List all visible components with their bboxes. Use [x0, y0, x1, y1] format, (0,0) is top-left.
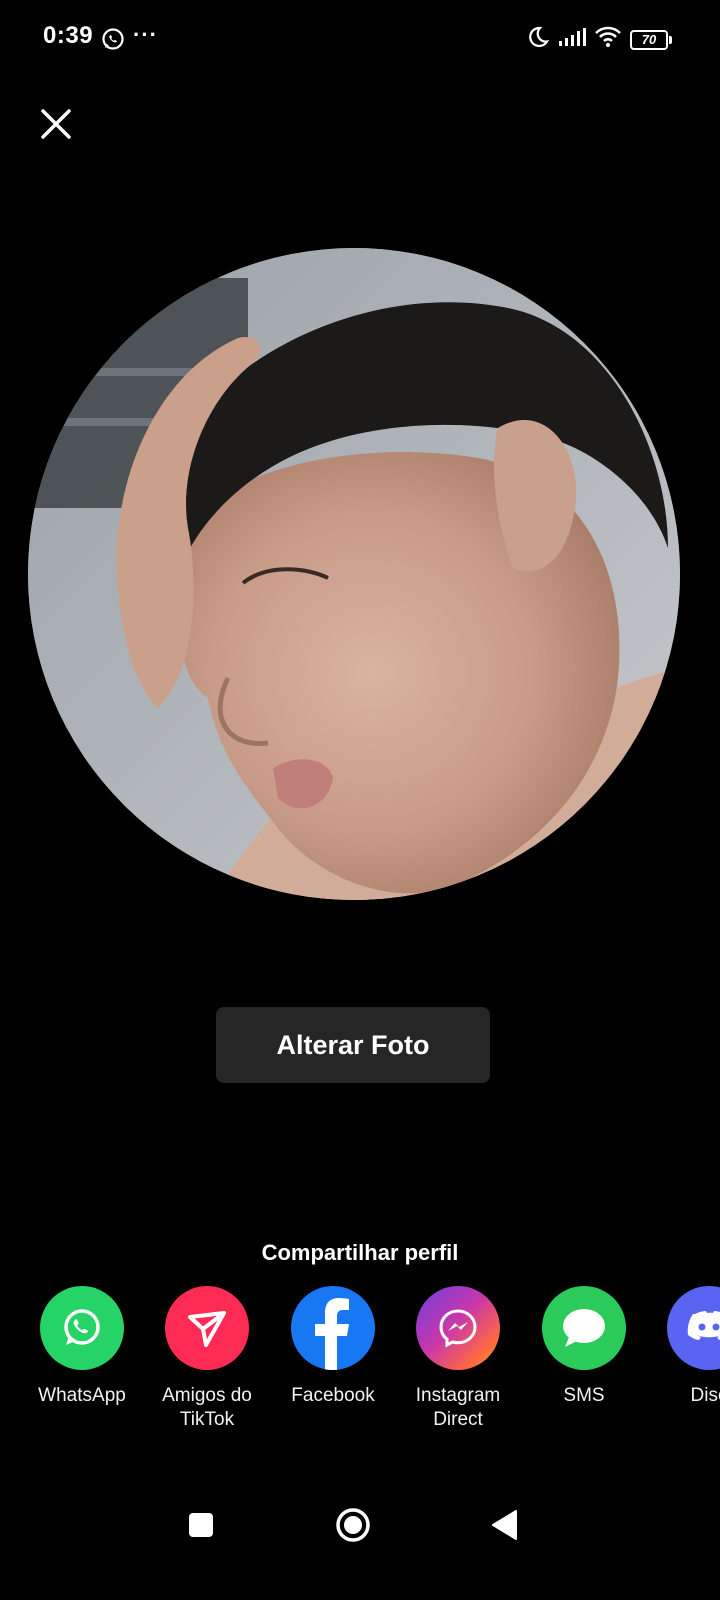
share-instagram-direct[interactable]: Instagram Direct [393, 1286, 523, 1432]
whatsapp-notification-icon [101, 27, 125, 56]
share-label: SMS [563, 1385, 605, 1406]
moon-icon [526, 25, 550, 54]
share-label: Amigos do TikTok [162, 1385, 252, 1430]
more-notifications-icon: ··· [133, 22, 158, 47]
back-button[interactable] [490, 1508, 520, 1547]
profile-photo [28, 248, 680, 900]
discord-icon [667, 1286, 720, 1370]
recents-button[interactable] [186, 1510, 216, 1545]
profile-photo-image [28, 248, 680, 900]
share-label: WhatsApp [38, 1385, 126, 1406]
share-label: Instagram Direct [415, 1385, 501, 1430]
status-time: 0:39 [43, 22, 94, 49]
close-button[interactable] [36, 104, 76, 144]
recents-square-icon [189, 1513, 213, 1537]
home-button[interactable] [334, 1506, 372, 1549]
send-icon [165, 1286, 249, 1370]
share-label: Facebook [291, 1385, 375, 1406]
share-profile-title: Compartilhar perfil [261, 1240, 459, 1265]
close-icon [41, 109, 71, 139]
system-navigation-bar [0, 1490, 720, 1570]
back-triangle-icon [492, 1510, 517, 1540]
change-photo-button[interactable]: Alterar Foto [216, 1007, 490, 1083]
share-whatsapp[interactable]: WhatsApp [17, 1286, 147, 1408]
share-label: Disc [690, 1385, 720, 1406]
signal-icon [558, 27, 586, 52]
status-bar: 0:39 ··· 70 [0, 0, 720, 80]
status-icons: 70 [526, 25, 672, 54]
facebook-icon [291, 1286, 375, 1370]
share-targets-row: WhatsApp Amigos do TikTok Facebook Insta… [0, 1286, 720, 1446]
wifi-icon [594, 26, 622, 53]
share-sms[interactable]: SMS [519, 1286, 649, 1408]
share-discord[interactable]: Disc [644, 1286, 720, 1408]
whatsapp-icon [40, 1286, 124, 1370]
messenger-icon [416, 1286, 500, 1370]
share-tiktok-friends[interactable]: Amigos do TikTok [142, 1286, 272, 1432]
home-circle-icon [336, 1508, 370, 1542]
battery-indicator: 70 [630, 29, 672, 50]
sms-icon [542, 1286, 626, 1370]
share-facebook[interactable]: Facebook [268, 1286, 398, 1408]
